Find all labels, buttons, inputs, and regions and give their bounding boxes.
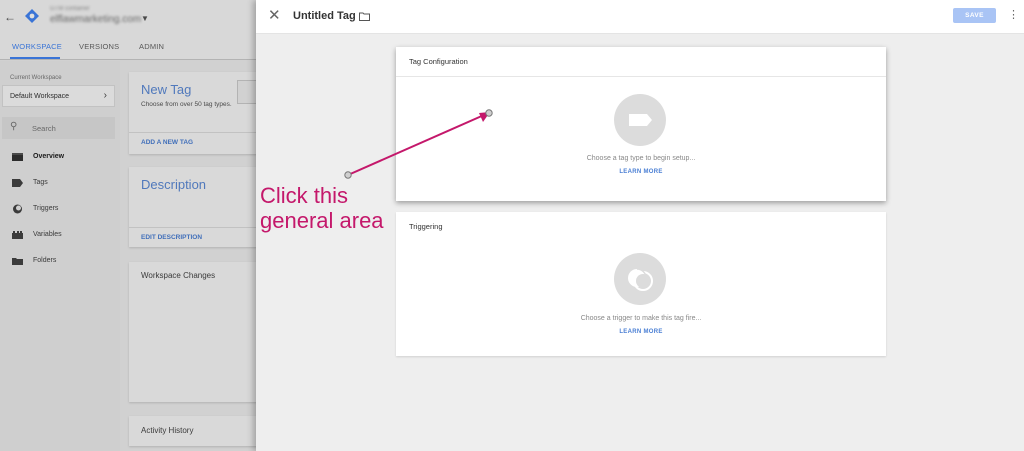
trigger-icon <box>628 268 653 291</box>
tag-configuration-title: Tag Configuration <box>409 57 468 66</box>
panel-header: ✕ Untitled Tag SAVE ⋮ <box>256 0 1024 34</box>
folder-outline-icon[interactable] <box>359 12 370 21</box>
tag-type-placeholder[interactable] <box>614 94 666 146</box>
triggering-title: Triggering <box>409 222 443 231</box>
annotation-label: Click this general area <box>260 183 384 233</box>
triggering-hint: Choose a trigger to make this tag fire..… <box>580 315 702 322</box>
triggering-section[interactable]: Triggering Choose a trigger to make this… <box>396 212 886 356</box>
tag-config-learn-more-link[interactable]: LEARN MORE <box>396 169 886 175</box>
modal-scrim <box>0 0 256 451</box>
save-button[interactable]: SAVE <box>953 8 996 23</box>
tag-name-title[interactable]: Untitled Tag <box>293 10 356 22</box>
triggering-learn-more-link[interactable]: LEARN MORE <box>396 329 886 335</box>
tag-icon <box>629 114 652 126</box>
tag-configuration-hint: Choose a tag type to begin setup... <box>586 155 696 162</box>
more-vert-icon[interactable]: ⋮ <box>1008 8 1019 22</box>
section-divider <box>396 76 886 77</box>
trigger-placeholder[interactable] <box>614 253 666 305</box>
close-icon[interactable]: ✕ <box>268 8 281 24</box>
annotation-line-2: general area <box>260 208 384 233</box>
annotation-line-1: Click this <box>260 183 349 208</box>
tag-configuration-section[interactable]: Tag Configuration Choose a tag type to b… <box>396 47 886 201</box>
